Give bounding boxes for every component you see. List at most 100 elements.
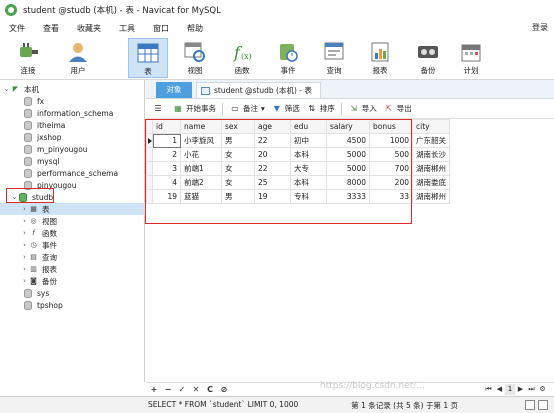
tree-item-queries[interactable]: › ▤ 查询: [20, 251, 165, 263]
cell-salary[interactable]: 5000: [326, 161, 370, 176]
cell-bonus[interactable]: 700: [369, 161, 413, 176]
menu-tools[interactable]: 工具: [110, 23, 144, 34]
column-header-edu[interactable]: edu: [290, 119, 327, 134]
cell-edu[interactable]: 专科: [290, 189, 327, 204]
refresh-button[interactable]: C: [204, 385, 216, 394]
report-button[interactable]: 报表: [360, 38, 400, 78]
query-button[interactable]: 查询: [314, 38, 354, 78]
cell-id[interactable]: 2: [152, 147, 181, 162]
cell-bonus[interactable]: 33: [369, 189, 413, 204]
cell-age[interactable]: 25: [254, 175, 291, 190]
cell-name[interactable]: 前端2: [180, 175, 222, 190]
tree-db-studb[interactable]: ⌄ studb: [10, 191, 155, 203]
cell-city[interactable]: 广东韶关: [412, 133, 450, 148]
cell-sex[interactable]: 女: [221, 175, 255, 190]
chevron-right-icon[interactable]: ›: [20, 277, 29, 285]
cell-name[interactable]: 小花: [180, 147, 222, 162]
chevron-right-icon[interactable]: ›: [20, 229, 29, 237]
table-row[interactable]: 3 前端1 女 22 大专 5000 700 湖南郴州: [146, 161, 450, 176]
cell-city[interactable]: 湖南娄底: [412, 175, 450, 190]
last-page-button[interactable]: ⏭: [526, 384, 537, 395]
cell-age[interactable]: 19: [254, 189, 291, 204]
tree-item-events[interactable]: › ◷ 事件: [20, 239, 165, 251]
cell-name[interactable]: 蓝猫: [180, 189, 222, 204]
tab-student-table[interactable]: student @studb (本机) - 表: [196, 82, 321, 98]
menu-window[interactable]: 窗口: [144, 23, 178, 34]
cell-name[interactable]: 前端1: [180, 161, 222, 176]
tree-item-functions[interactable]: › f 函数: [20, 227, 165, 239]
settings-icon[interactable]: ⚙: [537, 384, 548, 395]
tree-connection[interactable]: ⌄ ◤ 本机: [2, 83, 147, 95]
cell-id[interactable]: 4: [152, 175, 181, 190]
cell-age[interactable]: 22: [254, 133, 291, 148]
begin-transaction-button[interactable]: ▦ 开始事务: [173, 103, 216, 114]
cell-bonus[interactable]: 1000: [369, 133, 413, 148]
login-link[interactable]: 登录: [532, 22, 548, 33]
tree-item-reports[interactable]: › ▥ 报表: [20, 263, 165, 275]
cell-id[interactable]: 1: [152, 133, 181, 148]
sort-button[interactable]: ⇅ 排序: [307, 103, 334, 114]
view-button[interactable]: 视图: [175, 38, 215, 78]
connect-button[interactable]: 连接: [8, 38, 48, 78]
table-button[interactable]: 表: [128, 38, 168, 78]
cell-city[interactable]: 湖南长沙: [412, 147, 450, 162]
chevron-right-icon[interactable]: ›: [20, 265, 29, 273]
column-header-name[interactable]: name: [180, 119, 222, 134]
cell-name[interactable]: 小李旋风: [180, 133, 222, 148]
table-row[interactable]: 1 小李旋风 男 22 初中 4500 1000 广东韶关: [146, 133, 450, 148]
chevron-right-icon[interactable]: ›: [20, 253, 29, 261]
filter-button[interactable]: ▼ 筛选: [272, 103, 300, 114]
menu-favorites[interactable]: 收藏夹: [68, 23, 110, 34]
import-button[interactable]: ⇲ 导入: [349, 103, 376, 114]
chevron-right-icon[interactable]: ›: [20, 205, 29, 213]
chevron-right-icon[interactable]: ›: [20, 241, 29, 249]
cell-id[interactable]: 19: [152, 189, 181, 204]
chevron-down-icon[interactable]: ⌄: [10, 193, 19, 201]
cell-salary[interactable]: 3333: [326, 189, 370, 204]
grid-view-button[interactable]: [525, 400, 535, 410]
prev-page-button[interactable]: ◀: [494, 384, 505, 395]
discard-changes-button[interactable]: ✕: [190, 385, 202, 394]
cell-city[interactable]: 湖南郴州: [412, 189, 450, 204]
menu-help[interactable]: 帮助: [178, 23, 212, 34]
tree-item-tables[interactable]: › ▦ 表: [0, 203, 145, 215]
table-row[interactable]: 4 前端2 女 25 本科 8000 200 湖南娄底: [146, 175, 450, 190]
cell-edu[interactable]: 本科: [290, 147, 327, 162]
event-button[interactable]: 事件: [268, 38, 308, 78]
cell-bonus[interactable]: 200: [369, 175, 413, 190]
column-header-age[interactable]: age: [254, 119, 291, 134]
column-header-sex[interactable]: sex: [221, 119, 255, 134]
cell-age[interactable]: 22: [254, 161, 291, 176]
form-view-button[interactable]: [538, 400, 548, 410]
backup-button[interactable]: 备份: [408, 38, 448, 78]
delete-record-button[interactable]: −: [162, 385, 174, 394]
schedule-button[interactable]: 计划: [451, 38, 491, 78]
cell-age[interactable]: 20: [254, 147, 291, 162]
chevron-down-icon[interactable]: ⌄: [2, 85, 11, 93]
export-button[interactable]: ⇱ 导出: [384, 103, 411, 114]
table-row[interactable]: 2 小花 女 20 本科 5000 500 湖南长沙: [146, 147, 450, 162]
tab-objects[interactable]: 对象: [156, 82, 192, 98]
column-header-id[interactable]: id: [152, 119, 181, 134]
tree-item-views[interactable]: › ◎ 视图: [20, 215, 165, 227]
cell-salary[interactable]: 4500: [326, 133, 370, 148]
page-number[interactable]: 1: [505, 384, 515, 395]
tree-item-backups[interactable]: › ◙ 备份: [20, 275, 165, 287]
menu-view[interactable]: 查看: [34, 23, 68, 34]
function-button[interactable]: f (x) 函数: [222, 38, 262, 78]
cell-bonus[interactable]: 500: [369, 147, 413, 162]
memo-button[interactable]: ▭ 备注 ▾: [230, 103, 265, 114]
cell-sex[interactable]: 女: [221, 161, 255, 176]
menu-file[interactable]: 文件: [0, 23, 34, 34]
add-record-button[interactable]: +: [148, 385, 160, 394]
cell-edu[interactable]: 大专: [290, 161, 327, 176]
apply-changes-button[interactable]: ✓: [176, 385, 188, 394]
table-row[interactable]: 19 蓝猫 男 19 专科 3333 33 湖南郴州: [146, 189, 450, 204]
column-header-bonus[interactable]: bonus: [369, 119, 413, 134]
cell-sex[interactable]: 女: [221, 147, 255, 162]
column-header-city[interactable]: city: [412, 119, 450, 134]
column-header-salary[interactable]: salary: [326, 119, 370, 134]
menu-toggle-button[interactable]: ☰: [153, 104, 166, 113]
chevron-right-icon[interactable]: ›: [20, 217, 29, 225]
cell-id[interactable]: 3: [152, 161, 181, 176]
